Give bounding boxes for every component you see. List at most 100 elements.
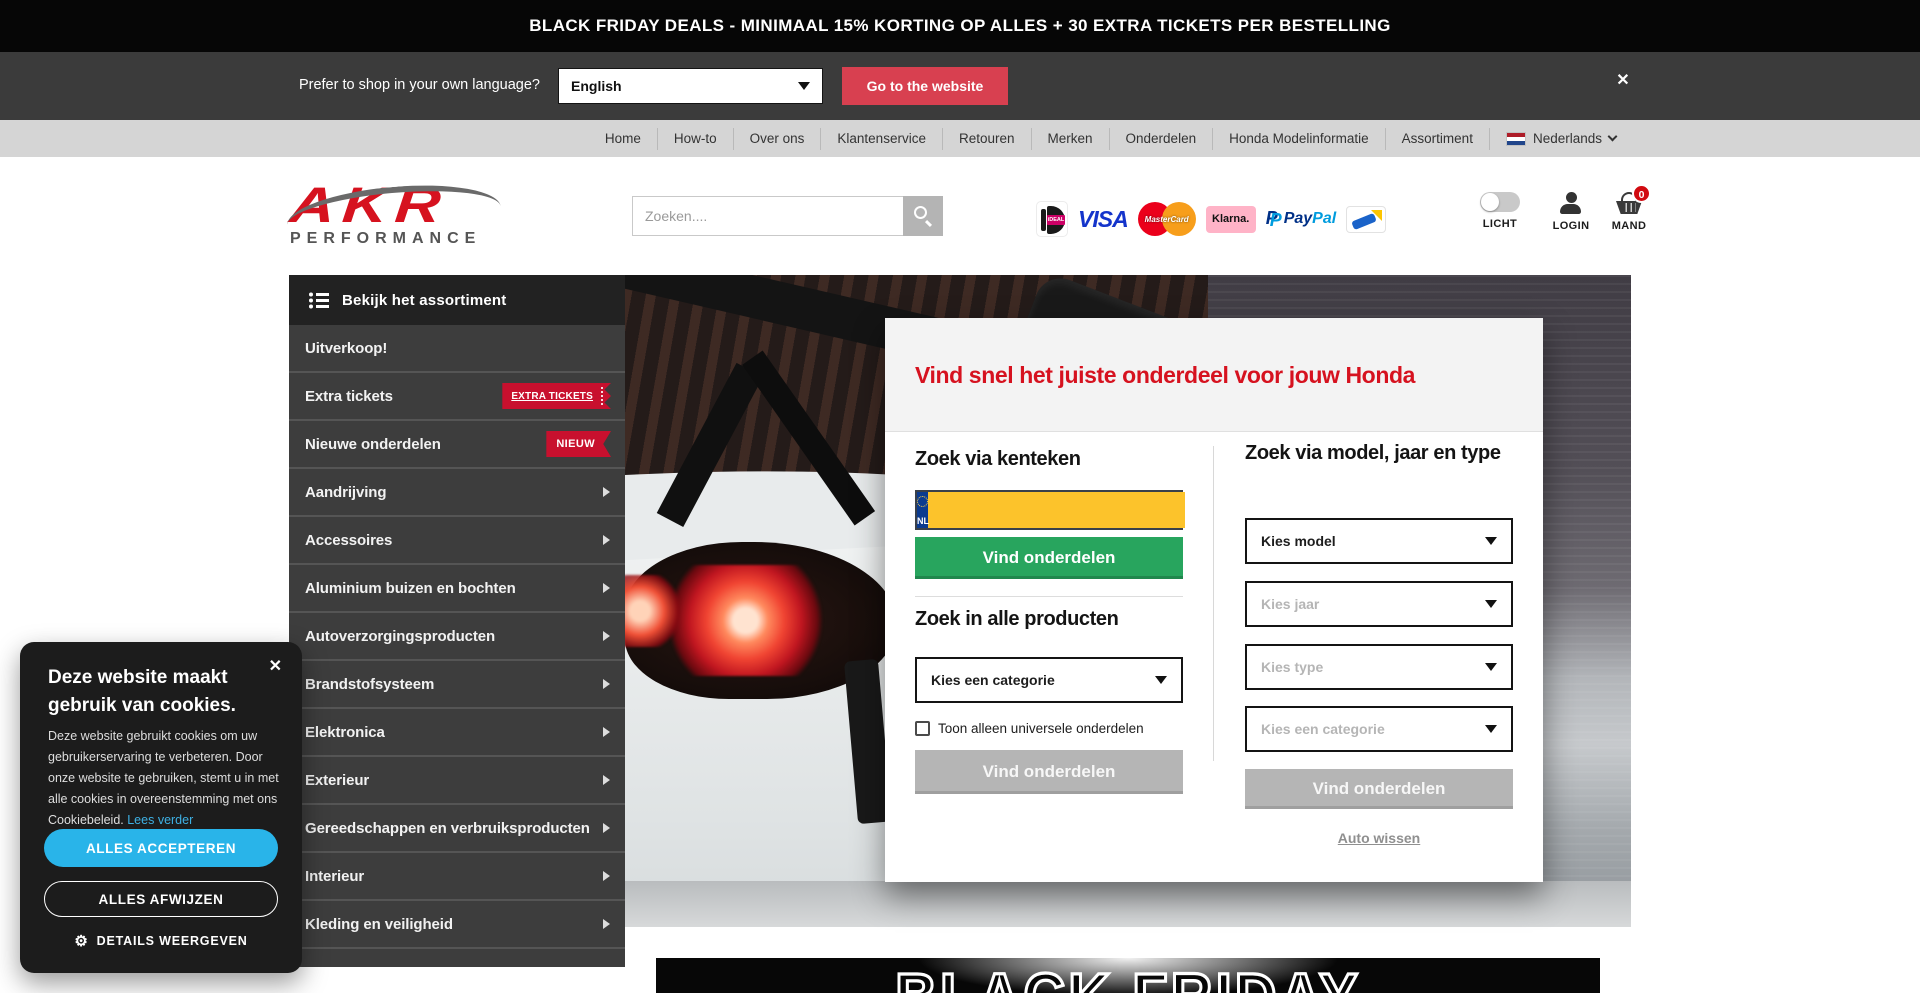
sidebar-item-kleding[interactable]: Kleding en veiligheid <box>289 901 625 949</box>
sidebar-item-brandstofsysteem[interactable]: Brandstofsysteem <box>289 661 625 709</box>
cookie-read-more-link[interactable]: Lees verder <box>127 813 193 827</box>
site-logo[interactable]: AKR PERFORMANCE <box>290 183 502 249</box>
chevron-right-icon <box>603 679 610 689</box>
panel-divider <box>1213 446 1214 761</box>
year-select[interactable]: Kies jaar <box>1245 581 1513 627</box>
main-nav: Home How-to Over ons Klantenservice Reto… <box>0 120 1920 157</box>
sidebar-item-partial <box>289 949 625 967</box>
sidebar-item-gereedschappen[interactable]: Gereedschappen en verbruiksproducten <box>289 805 625 853</box>
sidebar-header[interactable]: Bekijk het assortiment <box>289 275 625 325</box>
language-bar: Prefer to shop in your own language? Eng… <box>0 52 1920 120</box>
type-select[interactable]: Kies type <box>1245 644 1513 690</box>
locale-switcher[interactable]: Nederlands <box>1489 128 1632 150</box>
cart-label: MAND <box>1596 220 1662 232</box>
bankcard-logo <box>1346 206 1386 233</box>
sidebar-item-nieuwe-onderdelen[interactable]: Nieuwe onderdelen NIEUW <box>289 421 625 469</box>
nav-item-overons[interactable]: Over ons <box>733 128 821 150</box>
black-friday-banner[interactable]: BLACK FRIDAY <box>656 958 1600 993</box>
chevron-right-icon <box>603 871 610 881</box>
go-to-website-button[interactable]: Go to the website <box>842 67 1008 105</box>
chevron-down-icon <box>1485 600 1497 608</box>
chevron-down-icon <box>1485 537 1497 545</box>
nav-row: Home How-to Over ons Klantenservice Reto… <box>589 120 1632 157</box>
universal-parts-checkbox[interactable] <box>915 721 930 736</box>
cookie-details-button[interactable]: ⚙ DETAILS WEERGEVEN <box>20 932 302 950</box>
sidebar-item-exterieur[interactable]: Exterieur <box>289 757 625 805</box>
model-search-heading: Zoek via model, jaar en type <box>1245 440 1513 467</box>
part-finder-panel: Vind snel het juiste onderdeel voor jouw… <box>885 318 1543 882</box>
panel-title: Vind snel het juiste onderdeel voor jouw… <box>915 362 1415 389</box>
language-select[interactable]: English <box>558 68 823 104</box>
sidebar-item-interieur[interactable]: Interieur <box>289 853 625 901</box>
license-plate-input[interactable] <box>928 492 1185 528</box>
reset-car-link[interactable]: Auto wissen <box>1245 830 1513 846</box>
eu-stars-icon <box>917 496 928 507</box>
cookie-accept-button[interactable]: ALLES ACCEPTEREN <box>44 829 278 867</box>
cart-button[interactable]: 0 MAND <box>1596 192 1662 232</box>
search-icon <box>914 206 927 219</box>
cookie-body: Deze website gebruikt cookies om uw gebr… <box>48 726 280 831</box>
search-button[interactable] <box>903 196 943 236</box>
nav-item-home[interactable]: Home <box>589 128 657 150</box>
chevron-down-icon <box>1608 132 1618 142</box>
chevron-right-icon <box>603 487 610 497</box>
model-select[interactable]: Kies model <box>1245 518 1513 564</box>
chevron-right-icon <box>603 631 610 641</box>
section-divider <box>915 596 1183 597</box>
chevron-right-icon <box>603 775 610 785</box>
find-parts-by-model-button[interactable]: Vind onderdelen <box>1245 769 1513 809</box>
checkbox-label: Toon alleen universele onderdelen <box>938 721 1144 736</box>
language-bar-close-icon[interactable]: ✕ <box>1610 68 1636 94</box>
cookie-title: Deze website maakt gebruik van cookies. <box>48 664 270 720</box>
cookie-consent-dialog: ✕ Deze website maakt gebruik van cookies… <box>20 642 302 973</box>
visa-logo: VISA <box>1078 206 1128 233</box>
login-button[interactable]: LOGIN <box>1538 192 1604 232</box>
sidebar-item-elektronica[interactable]: Elektronica <box>289 709 625 757</box>
paypal-logo: PP PayPal <box>1266 208 1336 230</box>
light-toggle-icon[interactable] <box>1480 192 1520 212</box>
sidebar-item-extra-tickets[interactable]: Extra tickets EXTRA TICKETS <box>289 373 625 421</box>
chevron-right-icon <box>603 583 610 593</box>
sidebar-item-uitverkoop[interactable]: Uitverkoop! <box>289 325 625 373</box>
universal-parts-checkbox-row[interactable]: Toon alleen universele onderdelen <box>915 721 1144 736</box>
find-parts-all-products-button[interactable]: Vind onderdelen <box>915 750 1183 794</box>
theme-toggle-label: LICHT <box>1467 218 1533 230</box>
promo-text: BLACK FRIDAY DEALS - MINIMAAL 15% KORTIN… <box>529 16 1391 36</box>
language-question: Prefer to shop in your own language? <box>240 77 540 93</box>
language-select-value: English <box>571 78 798 94</box>
category-select[interactable]: Kies een categorie <box>915 657 1183 703</box>
payment-methods: iDEAL VISA MasterCard Klarna. PP PayPal <box>1036 200 1386 238</box>
sidebar-item-aluminium-buizen[interactable]: Aluminium buizen en bochten <box>289 565 625 613</box>
chevron-down-icon <box>1485 663 1497 671</box>
nav-item-retouren[interactable]: Retouren <box>942 128 1031 150</box>
model-category-select[interactable]: Kies een categorie <box>1245 706 1513 752</box>
cart-count-badge: 0 <box>1632 184 1651 203</box>
chevron-right-icon <box>603 535 610 545</box>
chevron-right-icon <box>603 823 610 833</box>
nav-item-assortiment[interactable]: Assortiment <box>1385 128 1489 150</box>
nav-item-klantenservice[interactable]: Klantenservice <box>820 128 942 150</box>
page: BLACK FRIDAY DEALS - MINIMAAL 15% KORTIN… <box>0 0 1920 993</box>
nav-item-honda-modelinformatie[interactable]: Honda Modelinformatie <box>1212 128 1385 150</box>
ideal-logo: iDEAL <box>1036 201 1068 237</box>
chevron-right-icon <box>603 919 610 929</box>
cookie-reject-button[interactable]: ALLES AFWIJZEN <box>44 881 278 917</box>
chevron-right-icon <box>603 727 610 737</box>
extra-tickets-badge: EXTRA TICKETS <box>502 383 611 409</box>
search-input[interactable] <box>632 196 903 236</box>
car-taillight <box>660 565 831 676</box>
plate-country-code: NL <box>917 516 928 526</box>
nav-item-merken[interactable]: Merken <box>1031 128 1109 150</box>
sidebar-item-autoverzorging[interactable]: Autoverzorgingsproducten <box>289 613 625 661</box>
theme-toggle[interactable]: LICHT <box>1467 192 1533 230</box>
find-parts-by-plate-button[interactable]: Vind onderdelen <box>915 537 1183 579</box>
sidebar-item-aandrijving[interactable]: Aandrijving <box>289 469 625 517</box>
sidebar-item-accessoires[interactable]: Accessoires <box>289 517 625 565</box>
login-label: LOGIN <box>1538 220 1604 232</box>
assortment-sidebar: Bekijk het assortiment Uitverkoop! Extra… <box>289 275 625 993</box>
nav-item-onderdelen[interactable]: Onderdelen <box>1109 128 1213 150</box>
basket-icon: 0 <box>1616 192 1642 214</box>
license-plate-field: NL <box>915 490 1183 530</box>
nav-item-howto[interactable]: How-to <box>657 128 733 150</box>
promo-bar: BLACK FRIDAY DEALS - MINIMAAL 15% KORTIN… <box>0 0 1920 52</box>
